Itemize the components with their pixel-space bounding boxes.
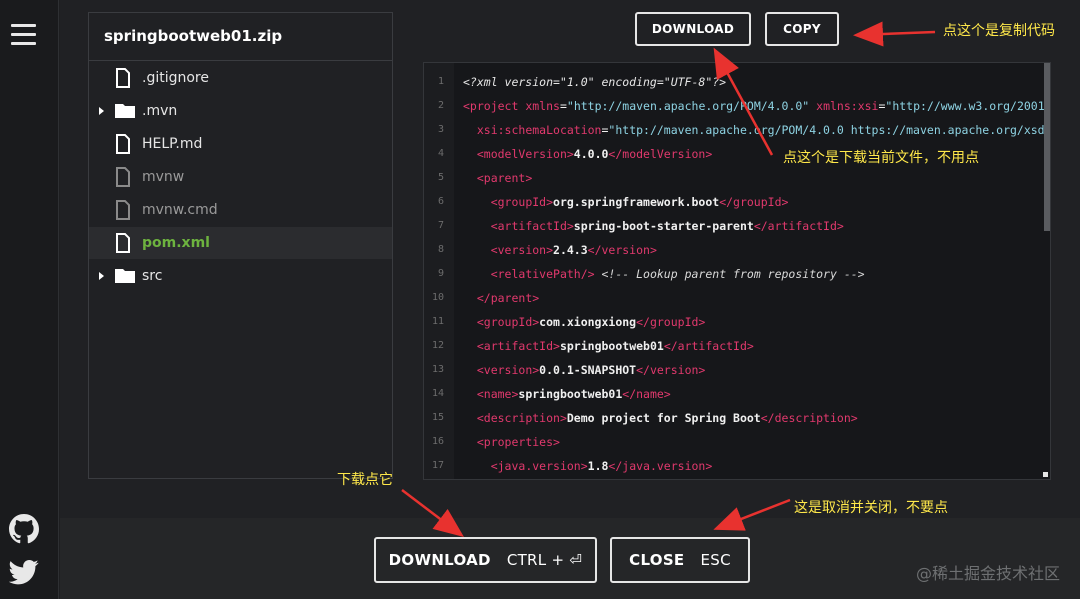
divider [89,60,392,61]
scrollbar-thumb[interactable] [1044,63,1050,231]
folder-icon [115,269,135,283]
code-line: <artifactId>spring-boot-starter-parent</… [490,219,844,233]
file-icon [116,68,130,88]
download-file-button[interactable]: DOWNLOAD [635,12,751,46]
code-line: <modelVersion>4.0.0</modelVersion> [476,147,713,161]
line-number: 8 [437,244,444,255]
line-number: 3 [437,124,444,135]
github-icon[interactable] [9,514,39,544]
code-line: </parent> [476,291,540,305]
tree-item-label: HELP.md [142,136,203,152]
code-line: <project xmlns="http://maven.apache.org/… [463,99,1050,113]
tree-item-label: pom.xml [142,235,210,251]
tree-item-mvn[interactable]: .mvn [89,95,392,127]
close-shortcut: ESC [700,551,731,569]
close-label: CLOSE [629,551,685,569]
copy-label: COPY [783,22,821,36]
download-file-label: DOWNLOAD [651,22,735,36]
download-label: DOWNLOAD [388,551,491,569]
code-line: <java.version>1.8</java.version> [490,459,713,473]
tree-item-mvnw[interactable]: mvnw [89,161,392,193]
code-line: xsi:schemaLocation="http://maven.apache.… [476,123,1050,137]
code-line: <groupId>com.xiongxiong</groupId> [476,315,706,329]
line-number: 1 [437,76,444,87]
twitter-icon[interactable] [9,557,39,587]
line-number: 11 [431,316,444,327]
line-number: 9 [437,268,444,279]
line-number: 14 [431,388,444,399]
download-button[interactable]: DOWNLOAD CTRL + ⏎ [374,537,597,583]
hamburger-icon[interactable] [11,24,36,46]
tree-item-label: mvnw [142,169,185,185]
project-title: springbootweb01.zip [104,27,283,45]
annotation-copy: 点这个是复制代码 [943,23,1055,39]
line-number: 13 [431,364,444,375]
code-line: <parent> [476,171,533,185]
code-line: <?xml version="1.0" encoding="UTF-8"?> [463,75,727,89]
annotation-close: 这是取消并关闭，不要点 [794,500,948,516]
tree-item-pom[interactable]: pom.xml [89,227,392,259]
file-tree: springbootweb01.zip .gitignore .mvn HELP… [88,12,393,479]
chevron-right-icon[interactable] [99,107,104,115]
tree-item-label: .gitignore [142,70,209,86]
tree-item-gitignore[interactable]: .gitignore [89,62,392,94]
code-line: <description>Demo project for Spring Boo… [476,411,858,425]
line-number: 2 [437,100,444,111]
tree-item-label: src [142,268,163,284]
download-shortcut: CTRL + ⏎ [506,551,583,569]
line-number: 12 [431,340,444,351]
copy-button[interactable]: COPY [765,12,839,46]
file-icon [116,200,130,220]
file-icon [116,167,130,187]
code-line: <relativePath/> <!-- Lookup parent from … [490,267,865,281]
resize-handle[interactable] [1043,472,1048,477]
line-number: 10 [431,292,444,303]
tree-item-label: mvnw.cmd [142,202,218,218]
file-icon [116,134,130,154]
code-line: <properties> [476,435,560,449]
tree-item-src[interactable]: src [89,260,392,292]
close-button[interactable]: CLOSE ESC [610,537,750,583]
code-line: <artifactId>springbootweb01</artifactId> [476,339,754,353]
line-number: 15 [431,412,444,423]
code-line: <version>2.4.3</version> [490,243,657,257]
code-line: <version>0.0.1-SNAPSHOT</version> [476,363,706,377]
chevron-right-icon[interactable] [99,272,104,280]
tree-item-label: .mvn [142,103,178,119]
tree-item-mvnw-cmd[interactable]: mvnw.cmd [89,194,392,226]
annotation-download-file: 点这个是下载当前文件，不用点 [783,150,979,166]
code-viewer[interactable]: 1 <?xml version="1.0" encoding="UTF-8"?> … [423,62,1051,480]
watermark: @稀土掘金技术社区 [915,564,1060,583]
side-rail [0,0,59,599]
file-icon [116,233,130,253]
line-number: 16 [431,436,444,447]
code-line: <groupId>org.springframework.boot</group… [490,195,789,209]
tree-item-help[interactable]: HELP.md [89,128,392,160]
line-number: 6 [437,196,444,207]
line-number: 7 [437,220,444,231]
annotation-download: 下载点它 [337,472,393,488]
code-line: <name>springbootweb01</name> [476,387,671,401]
folder-icon [115,104,135,118]
line-number: 5 [437,172,444,183]
line-number: 4 [437,148,444,159]
line-number: 17 [431,460,444,471]
